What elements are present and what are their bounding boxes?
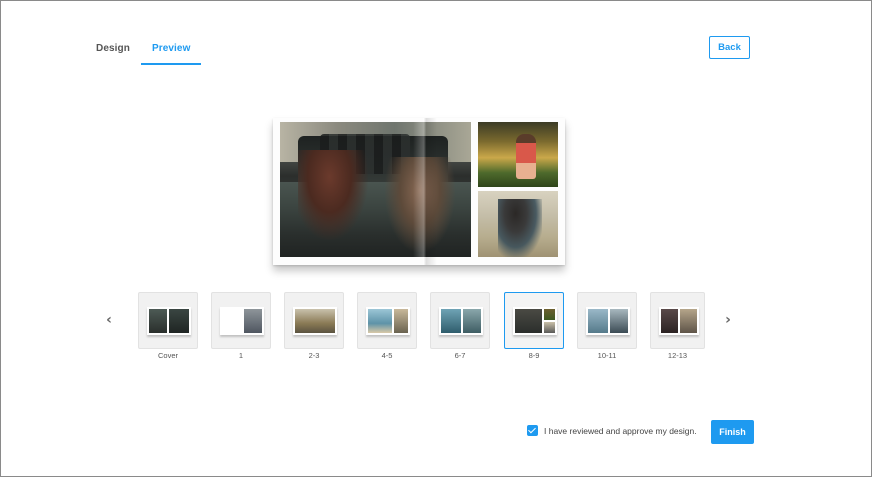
chevron-left-icon[interactable]: ‹ xyxy=(100,310,118,330)
photo-couple xyxy=(498,199,542,257)
thumbnail-page xyxy=(220,307,264,335)
photo-girl xyxy=(516,134,536,179)
thumbnail-photo xyxy=(661,309,678,333)
thumbnail-photo xyxy=(463,309,481,333)
thumbnail-image[interactable] xyxy=(650,292,705,349)
thumbnail-photo xyxy=(610,309,628,333)
thumbnail-label: 12-13 xyxy=(667,351,688,360)
thumbnail-image[interactable] xyxy=(577,292,637,349)
thumbnail-page-4-5[interactable]: 4-5 xyxy=(357,292,417,360)
thumbnail-page-6-7[interactable]: 6-7 xyxy=(430,292,490,360)
thumbnail-page xyxy=(659,307,699,335)
finish-button[interactable]: Finish xyxy=(711,420,754,444)
thumbnail-photo xyxy=(244,309,262,333)
book-fold-shadow xyxy=(413,118,437,265)
book-spread-preview xyxy=(273,118,565,265)
thumbnail-photo xyxy=(544,309,555,320)
thumbnail-photo xyxy=(680,309,697,333)
thumbnail-label: 2-3 xyxy=(308,351,320,360)
tab-bar: Design Preview xyxy=(85,34,202,66)
thumbnail-page xyxy=(439,307,483,335)
thumbnail-image[interactable] xyxy=(430,292,490,349)
thumbnail-label: 1 xyxy=(238,351,244,360)
photo-couple-hugging xyxy=(478,191,558,257)
thumbnail-label: 6-7 xyxy=(454,351,466,360)
thumbnail-cover[interactable]: Cover xyxy=(138,292,198,360)
thumbnail-page-2-3[interactable]: 2-3 xyxy=(284,292,344,360)
thumbnail-photo xyxy=(515,309,542,333)
thumbnail-image[interactable] xyxy=(211,292,271,349)
thumbnail-image[interactable] xyxy=(138,292,198,349)
thumbnail-page xyxy=(147,307,191,335)
tab-preview[interactable]: Preview xyxy=(140,34,202,65)
thumbnail-photo xyxy=(441,309,461,333)
thumbnail-label: Cover xyxy=(157,351,178,360)
thumbnail-page-12-13[interactable]: 12-13 xyxy=(650,292,710,360)
thumbnail-page-8-9[interactable]: 8-9 xyxy=(504,292,564,360)
thumbnail-label: 4-5 xyxy=(381,351,393,360)
thumbnail-label: 10-11 xyxy=(597,351,617,360)
approve-checkbox[interactable] xyxy=(527,425,538,436)
photo-girl-dancing xyxy=(478,122,558,187)
tab-design[interactable]: Design xyxy=(85,34,141,65)
thumbnail-page-1[interactable]: 1 xyxy=(211,292,271,360)
chevron-right-icon[interactable]: › xyxy=(719,310,737,330)
thumbnail-page xyxy=(366,307,410,335)
thumbnail-image[interactable] xyxy=(357,292,417,349)
approve-label: I have reviewed and approve my design. xyxy=(544,425,697,436)
thumbnail-image[interactable] xyxy=(504,292,564,349)
thumbnail-photo xyxy=(588,309,608,333)
thumbnail-photo xyxy=(149,309,167,333)
thumbnail-page xyxy=(513,307,557,335)
thumbnail-photo xyxy=(295,309,335,333)
thumbnail-photo xyxy=(394,309,408,333)
photo-couple-on-truck xyxy=(280,122,471,257)
thumbnail-page xyxy=(586,307,630,335)
thumbnail-photo xyxy=(169,309,189,333)
thumbnail-photo xyxy=(368,309,392,333)
thumbnail-label: 8-9 xyxy=(528,351,540,360)
thumbnail-photo xyxy=(544,322,555,333)
back-button[interactable]: Back xyxy=(709,36,750,59)
approval-row: I have reviewed and approve my design. xyxy=(527,425,697,436)
thumbnail-image[interactable] xyxy=(284,292,344,349)
photo-person xyxy=(298,150,368,240)
thumbnail-page-10-11[interactable]: 10-11 xyxy=(577,292,637,360)
app-frame: Design Preview Back ‹ › Cover 1 2-3 4-5 … xyxy=(0,0,872,477)
thumbnail-page xyxy=(293,307,337,335)
